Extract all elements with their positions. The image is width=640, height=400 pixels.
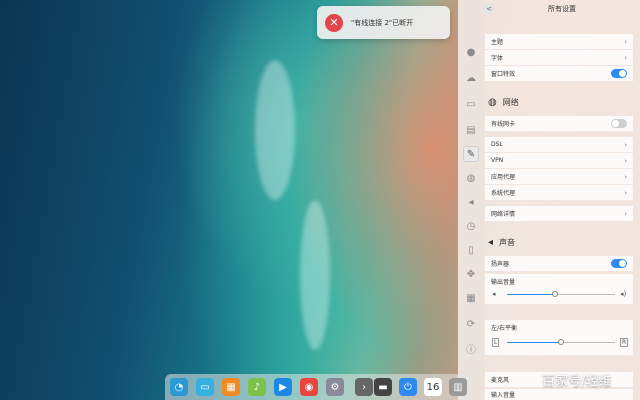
window-effects-toggle[interactable] (611, 69, 627, 78)
network-disconnected-icon: ✕ (325, 13, 343, 32)
wired-adapter-row: 有线网卡 (485, 116, 633, 131)
balance-right-label: R (620, 338, 629, 347)
music-icon[interactable]: ♪ (248, 378, 266, 396)
file-manager-icon[interactable]: ▭ (196, 378, 214, 396)
output-volume-label: 输出音量 (491, 279, 516, 286)
chevron-right-icon: › (624, 140, 627, 149)
app-store-icon[interactable]: ▦ (222, 378, 240, 396)
font-row[interactable]: 字体 › (485, 50, 633, 65)
chevron-right-icon: › (624, 53, 627, 62)
calendar-icon[interactable]: ▤ (463, 122, 479, 138)
network-icon[interactable]: ◍ (463, 170, 479, 186)
app-proxy-label: 应用代理 (491, 174, 516, 181)
wave-foam (255, 60, 295, 200)
balance-box: 左/右平衡 (485, 320, 633, 355)
balance-left-label: L (492, 338, 500, 347)
network-section-header: ◍ 网络 (488, 97, 519, 108)
system-proxy-row[interactable]: 系统代理 › (485, 185, 633, 200)
speaker-row: 扬声器 (485, 256, 633, 271)
personalization-icon[interactable]: ✎ (463, 146, 479, 162)
output-volume-fill (507, 294, 555, 295)
chevron-right-icon: › (624, 209, 627, 218)
volume-low-icon: ◂ (492, 290, 496, 298)
vpn-label: VPN (491, 157, 504, 164)
keyboard-icon[interactable]: ▬ (374, 378, 392, 396)
notification-text: "有线连接 2"已断开 (351, 18, 414, 27)
chevron-right-icon: › (624, 188, 627, 197)
theme-label: 主题 (491, 39, 504, 46)
cloud-icon[interactable]: ☁ (463, 70, 479, 86)
launcher-icon[interactable]: ◔ (170, 378, 188, 396)
output-volume-box: 输出音量 (485, 274, 633, 304)
window-effects-row: 窗口特效 (485, 66, 633, 81)
info-icon[interactable]: ⓘ (463, 340, 479, 356)
wired-adapter-toggle[interactable] (611, 119, 627, 128)
volume-high-icon: ◂) (620, 290, 627, 298)
input-volume-label: 输入音量 (491, 392, 516, 399)
time-icon[interactable]: ◷ (463, 218, 479, 234)
speaker-label: 扬声器 (491, 261, 510, 268)
globe-icon: ◍ (488, 97, 497, 108)
power-settings-icon[interactable]: ▯ (463, 242, 479, 258)
settings-sidebar: ● ☁ ▭ ▤ ✎ ◍ ◂ ◷ ▯ ✥ ▦ ⟳ ⓘ (458, 0, 484, 400)
power-icon[interactable]: ⏻ (399, 378, 417, 396)
window-effects-label: 窗口特效 (491, 71, 516, 78)
account-icon[interactable]: ● (463, 44, 479, 60)
wired-adapter-label: 有线网卡 (491, 121, 516, 128)
mouse-icon[interactable]: ✥ (463, 266, 479, 282)
watermark-text: 百家号/轻维 (542, 374, 612, 389)
sound-icon[interactable]: ◂ (463, 194, 479, 210)
speaker-toggle[interactable] (611, 259, 627, 268)
wave-foam (300, 200, 330, 350)
video-icon[interactable]: ▶ (274, 378, 292, 396)
chevron-right-icon: › (624, 156, 627, 165)
settings-icon[interactable]: ⚙ (326, 378, 344, 396)
chevron-right-icon: › (624, 37, 627, 46)
balance-label: 左/右平衡 (491, 325, 518, 332)
show-desktop-icon[interactable]: › (355, 378, 373, 396)
display-icon[interactable]: ▭ (463, 96, 479, 112)
network-details-label: 网络详情 (491, 211, 516, 218)
update-icon[interactable]: ⟳ (463, 316, 479, 332)
settings-title: 所有设置 (548, 5, 576, 13)
output-volume-thumb[interactable] (551, 291, 558, 297)
sound-section-header: ◂ 声音 (488, 237, 515, 248)
chrome-icon[interactable]: ◉ (300, 378, 318, 396)
clock-icon[interactable]: 16 (424, 378, 442, 396)
vpn-row[interactable]: VPN › (485, 153, 633, 168)
trash-icon[interactable]: ▥ (449, 378, 467, 396)
system-proxy-label: 系统代理 (491, 190, 516, 197)
balance-fill (507, 342, 561, 343)
dsl-label: DSL (491, 141, 503, 148)
sound-title: 声音 (499, 238, 516, 247)
app-proxy-row[interactable]: 应用代理 › (485, 169, 633, 184)
network-notification[interactable]: ✕ "有线连接 2"已断开 (317, 6, 450, 39)
font-label: 字体 (491, 55, 504, 62)
theme-row[interactable]: 主题 › (485, 34, 633, 49)
input-volume-row: 输入音量 (485, 389, 633, 400)
balance-thumb[interactable] (558, 339, 564, 345)
chevron-right-icon: › (624, 172, 627, 181)
dsl-row[interactable]: DSL › (485, 137, 633, 152)
network-details-row[interactable]: 网络详情 › (485, 206, 633, 221)
keyboard-settings-icon[interactable]: ▦ (463, 290, 479, 306)
speaker-icon: ◂ (488, 237, 494, 248)
network-title: 网络 (502, 98, 519, 107)
